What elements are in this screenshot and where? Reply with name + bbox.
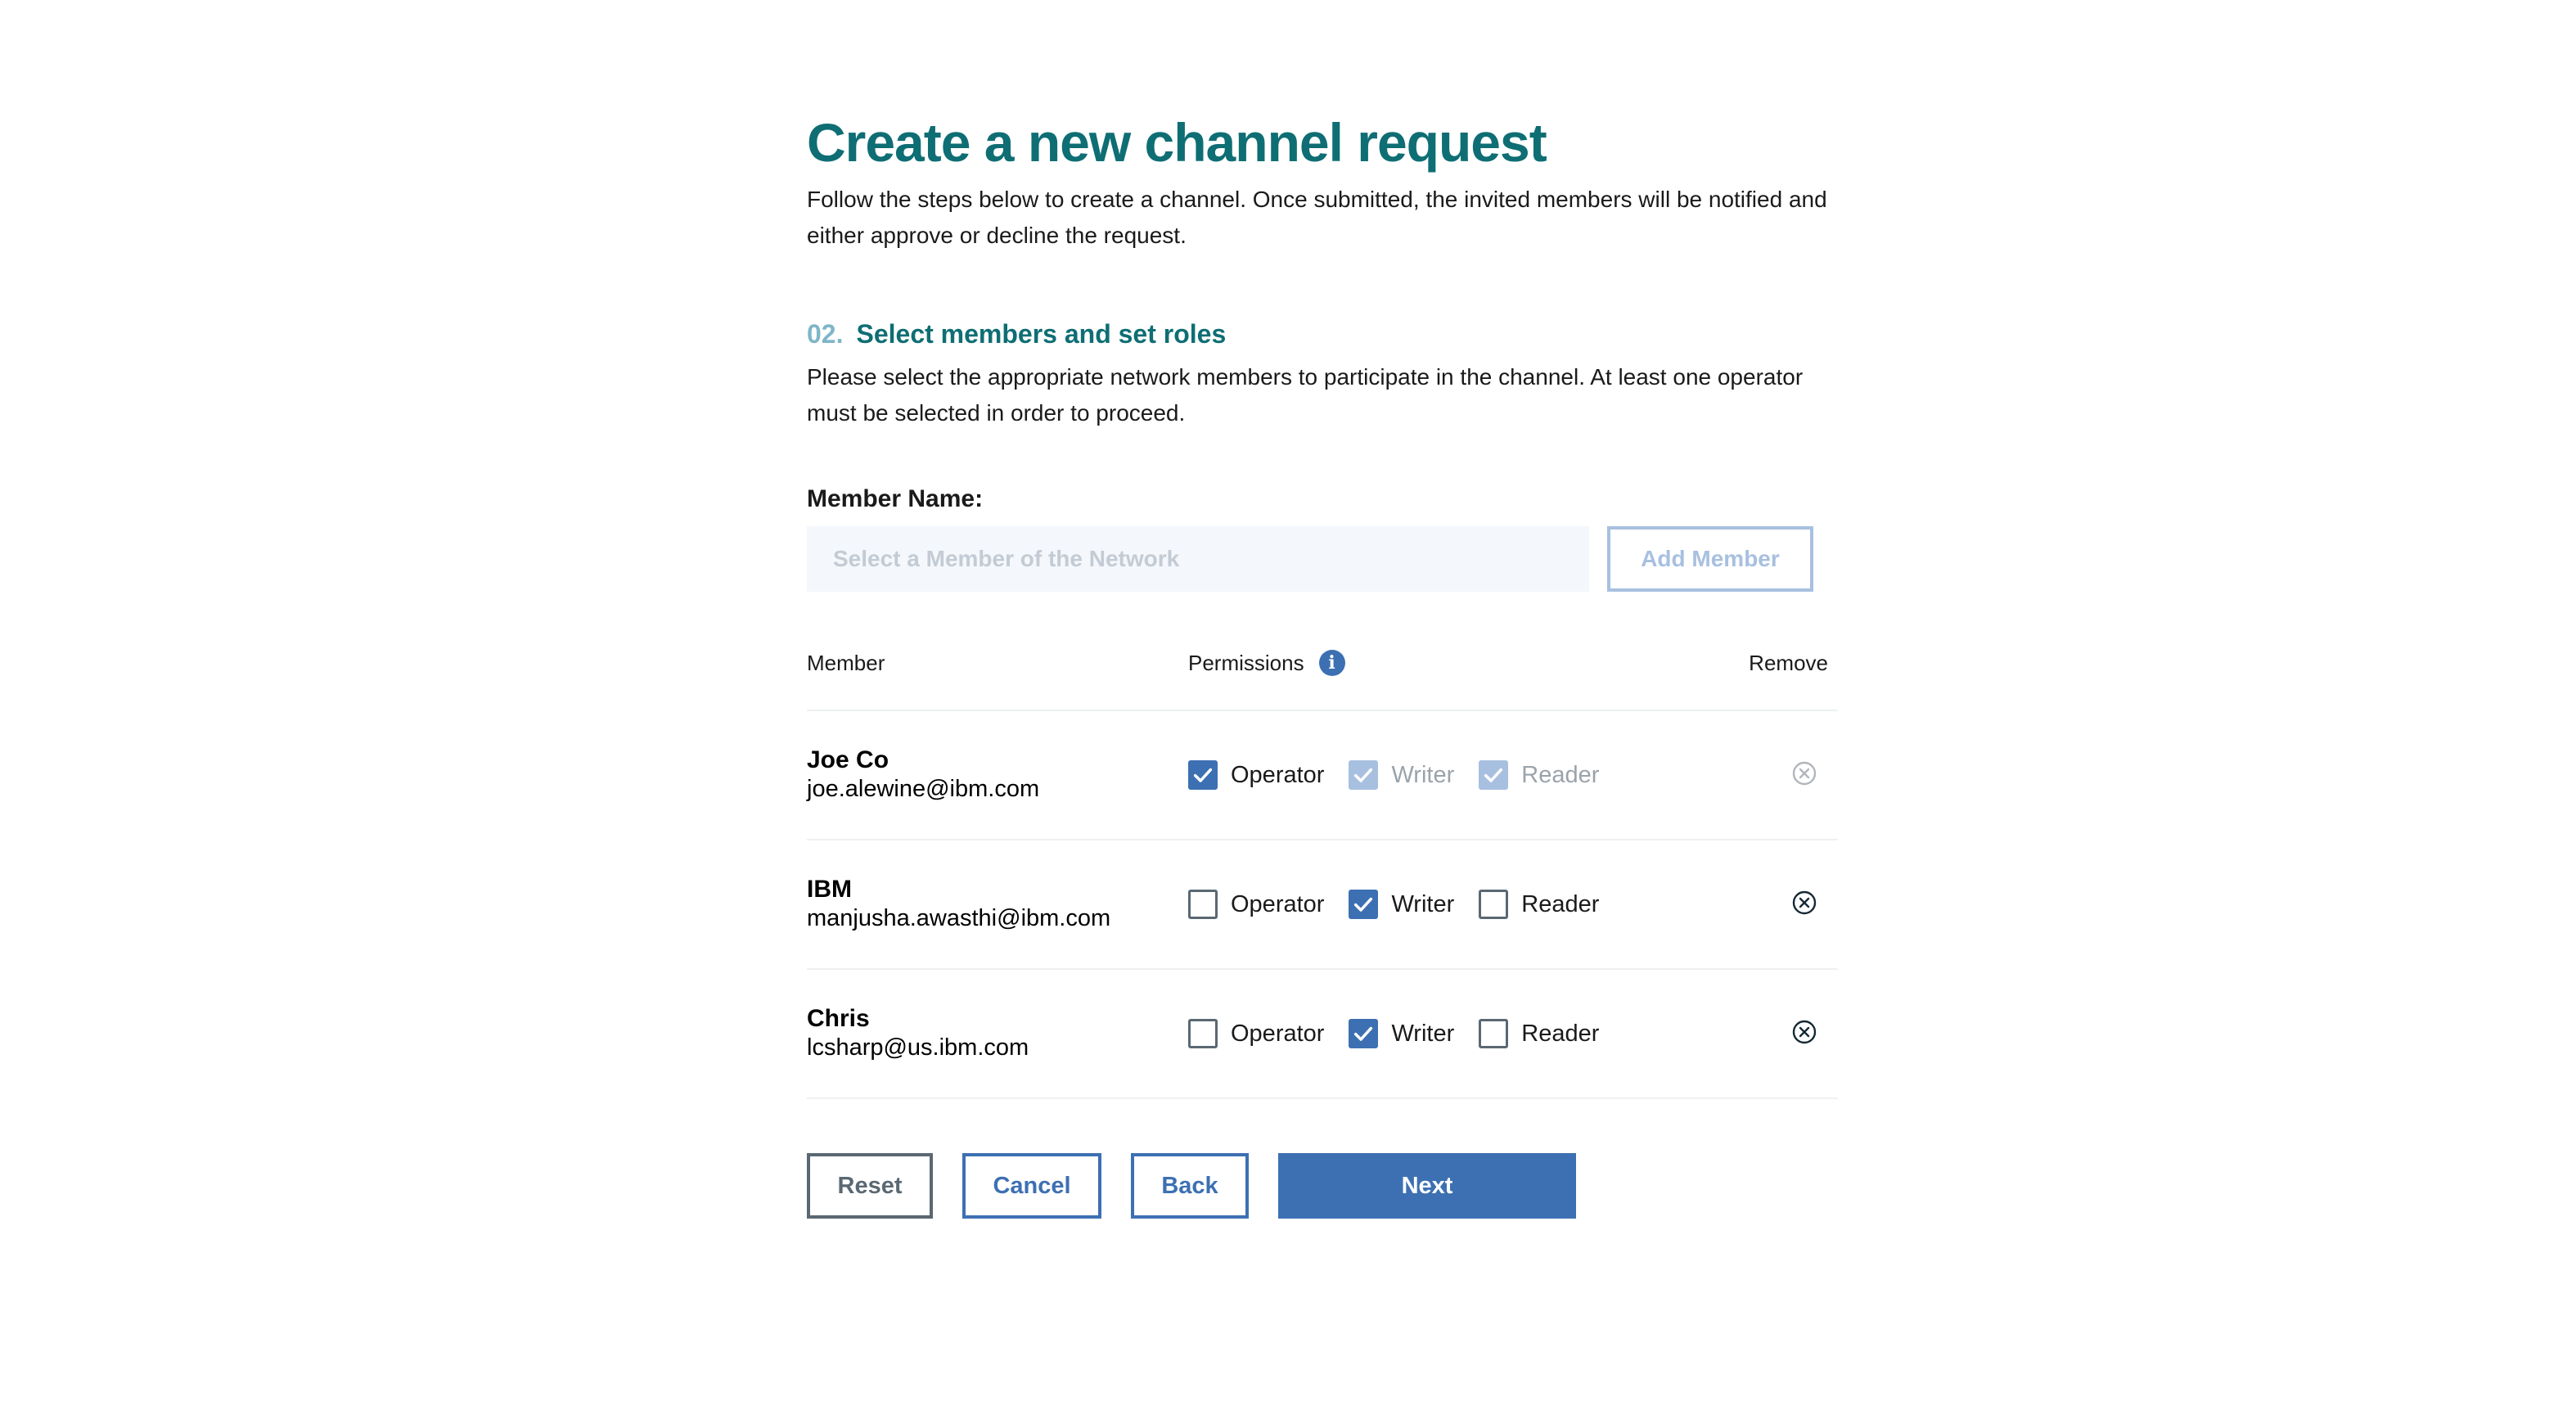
header-remove: Remove <box>1749 650 1828 675</box>
reader-checkbox <box>1479 760 1509 790</box>
reader-label: Reader <box>1521 890 1600 917</box>
remove-cell <box>1745 761 1838 790</box>
reader-label: Reader <box>1521 1020 1600 1047</box>
member-name-label: Member Name: <box>807 485 984 512</box>
reader-checkbox[interactable] <box>1479 890 1509 919</box>
permission-operator[interactable]: Operator <box>1188 890 1324 919</box>
member-cell: Joe Co joe.alewine@ibm.com <box>807 746 1188 804</box>
table-header: Member Permissions i Remove <box>807 639 1838 711</box>
permission-reader[interactable]: Reader <box>1479 890 1599 919</box>
members-table: Member Permissions i Remove Joe Co joe.al… <box>807 639 1838 1099</box>
reset-button[interactable]: Reset <box>807 1153 933 1219</box>
remove-cell <box>1745 890 1838 919</box>
member-search-input[interactable] <box>807 526 1589 592</box>
writer-checkbox[interactable] <box>1349 890 1379 919</box>
info-icon[interactable]: i <box>1318 650 1345 676</box>
table-row: Chris lcsharp@us.ibm.com Operator Writer Rea… <box>807 970 1838 1099</box>
writer-label: Writer <box>1391 1020 1455 1047</box>
header-permissions-label: Permissions <box>1188 650 1304 675</box>
page-title: Create a new channel request <box>807 112 1547 173</box>
permissions-cell: Operator Writer Reader <box>1188 1019 1745 1048</box>
permissions-cell: Operator Writer Reader <box>1188 890 1745 919</box>
member-cell: Chris lcsharp@us.ibm.com <box>807 1005 1188 1062</box>
table-row: IBM manjusha.awasthi@ibm.com Operator Write… <box>807 840 1838 970</box>
permission-writer: Writer <box>1349 760 1454 790</box>
permission-reader[interactable]: Reader <box>1479 1019 1599 1048</box>
writer-label: Writer <box>1391 761 1455 788</box>
member-email: lcsharp@us.ibm.com <box>807 1034 1029 1061</box>
member-name: Chris <box>807 1005 870 1032</box>
member-name: IBM <box>807 876 852 903</box>
intro-text: Follow the steps below to create a chann… <box>807 187 1827 248</box>
operator-label: Operator <box>1231 761 1325 788</box>
operator-label: Operator <box>1231 890 1325 917</box>
permission-operator[interactable]: Operator <box>1188 760 1324 790</box>
cancel-button[interactable]: Cancel <box>962 1153 1101 1219</box>
channel-request-form: Create a new channel request Follow the … <box>807 106 1838 1219</box>
permission-reader: Reader <box>1479 760 1599 790</box>
permission-writer[interactable]: Writer <box>1349 1019 1454 1048</box>
member-field-row: Add Member <box>807 526 1838 592</box>
member-email: joe.alewine@ibm.com <box>807 776 1040 802</box>
step-header: 02. Select members and set roles <box>807 319 1838 349</box>
header-member: Member <box>807 650 885 675</box>
table-body: Joe Co joe.alewine@ibm.com Operator Writer R… <box>807 711 1838 1099</box>
form-actions: Reset Cancel Back Next <box>807 1153 1838 1219</box>
permissions-cell: Operator Writer Reader <box>1188 760 1745 790</box>
remove-cell <box>1745 1020 1838 1048</box>
writer-checkbox[interactable] <box>1349 1019 1379 1048</box>
remove-icon[interactable] <box>1792 1020 1817 1044</box>
table-row: Joe Co joe.alewine@ibm.com Operator Writer R… <box>807 711 1838 840</box>
permission-writer[interactable]: Writer <box>1349 890 1454 919</box>
step-title: Select members and set roles <box>856 319 1227 349</box>
member-cell: IBM manjusha.awasthi@ibm.com <box>807 876 1188 933</box>
next-button[interactable]: Next <box>1278 1153 1576 1219</box>
member-name: Joe Co <box>807 746 889 773</box>
writer-label: Writer <box>1391 890 1455 917</box>
back-button[interactable]: Back <box>1131 1153 1249 1219</box>
permission-operator[interactable]: Operator <box>1188 1019 1324 1048</box>
operator-checkbox[interactable] <box>1188 1019 1218 1048</box>
operator-checkbox[interactable] <box>1188 760 1218 790</box>
writer-checkbox <box>1349 760 1379 790</box>
operator-label: Operator <box>1231 1020 1325 1047</box>
step-description: Please select the appropriate network me… <box>807 364 1804 426</box>
remove-icon <box>1792 761 1817 786</box>
reader-checkbox[interactable] <box>1479 1019 1509 1048</box>
member-email: manjusha.awasthi@ibm.com <box>807 905 1111 931</box>
operator-checkbox[interactable] <box>1188 890 1218 919</box>
remove-icon[interactable] <box>1792 890 1817 915</box>
step-number: 02. <box>807 319 844 349</box>
reader-label: Reader <box>1521 761 1600 788</box>
add-member-button[interactable]: Add Member <box>1607 526 1813 592</box>
header-permissions: Permissions i <box>1188 650 1745 676</box>
